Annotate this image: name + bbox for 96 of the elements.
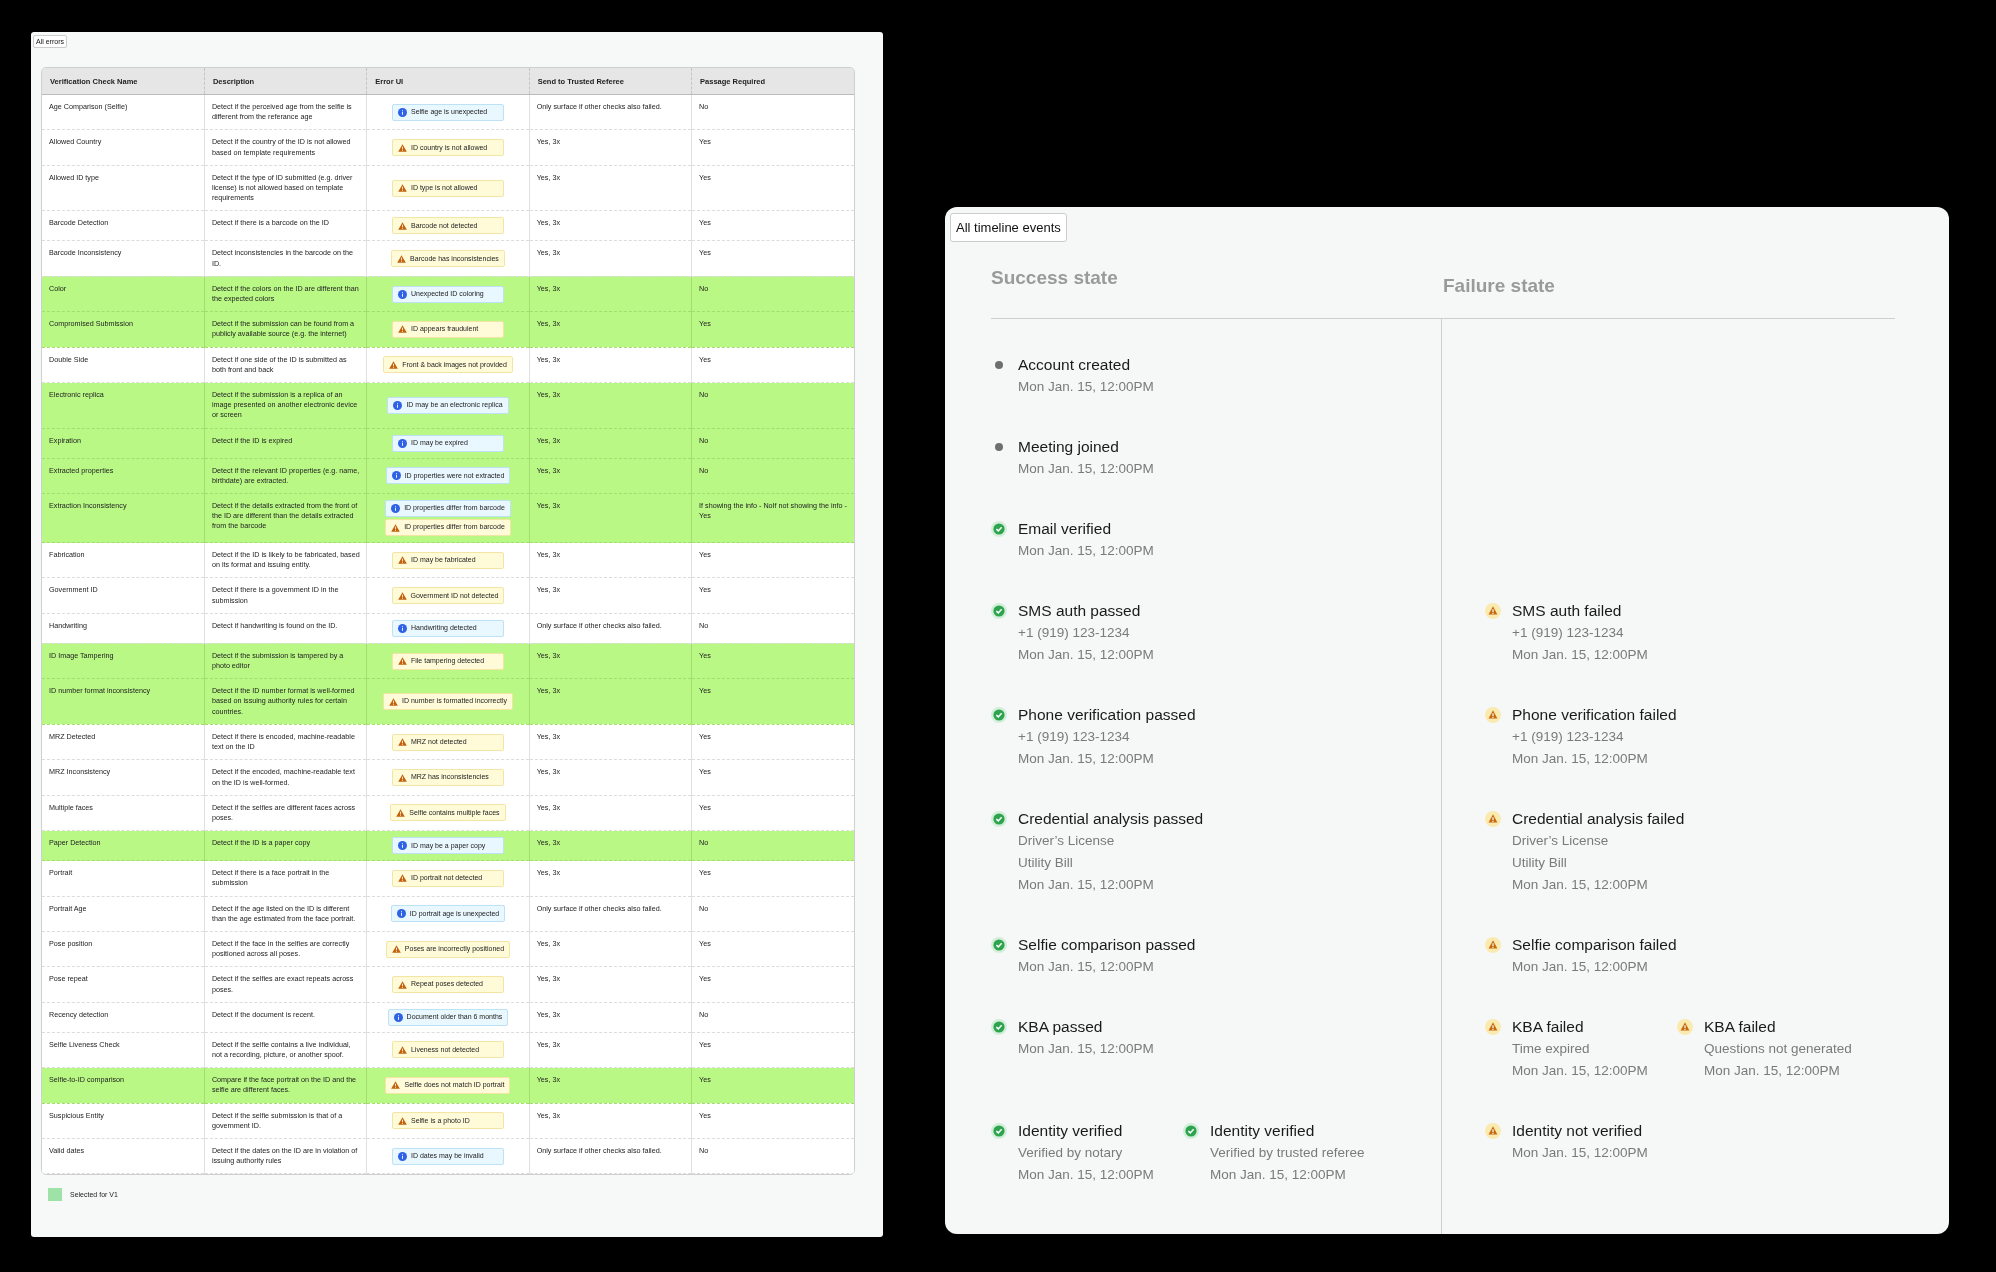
- event-title: Phone verification passed: [1018, 705, 1196, 725]
- event-detail: Mon Jan. 15, 12:00PM: [1018, 460, 1154, 478]
- warning-icon: [1485, 1019, 1501, 1035]
- check-circle-icon: [991, 603, 1007, 619]
- warning-icon: [397, 254, 407, 263]
- info-icon: [391, 471, 401, 481]
- warning-icon: [397, 591, 407, 600]
- check-circle-icon: [1183, 1123, 1199, 1139]
- warning-icon: [397, 874, 407, 883]
- warning-icon: [397, 657, 407, 666]
- info-icon: [397, 438, 407, 448]
- warning-icon: [391, 523, 401, 532]
- event-title: KBA passed: [1018, 1017, 1104, 1037]
- event-detail: Mon Jan. 15, 12:00PM: [1018, 378, 1154, 396]
- warning-icon: [1485, 707, 1501, 723]
- warning-icon: [397, 325, 407, 334]
- event-detail: Verified by notary: [1018, 1144, 1124, 1162]
- warning-icon: [397, 143, 407, 152]
- warning-icon: [1485, 1123, 1501, 1139]
- event-title: Identity not verified: [1512, 1121, 1644, 1141]
- info-icon: [393, 400, 403, 410]
- event-title: Identity verified: [1210, 1121, 1316, 1141]
- warning-icon: [396, 808, 406, 817]
- warning-icon: [1485, 811, 1501, 827]
- event-title: Meeting joined: [1018, 437, 1120, 457]
- event-detail: Mon Jan. 15, 12:00PM: [1704, 1062, 1841, 1080]
- event-detail: Verified by trusted referee: [1210, 1144, 1365, 1162]
- check-circle-icon: [991, 811, 1007, 827]
- info-icon: [397, 289, 407, 299]
- event-detail: Mon Jan. 15, 12:00PM: [1512, 958, 1649, 976]
- event-detail: Mon Jan. 15, 12:00PM: [1512, 1144, 1648, 1162]
- warning-icon: [391, 945, 401, 954]
- frame-label: All timeline events: [950, 213, 1067, 242]
- warning-icon: [1677, 1019, 1693, 1035]
- event-detail: +1 (919) 123-1234: [1018, 624, 1131, 642]
- event-title: Credential analysis failed: [1512, 809, 1685, 829]
- event-detail: Mon Jan. 15, 12:00PM: [1512, 646, 1648, 664]
- event-detail: Driver’s License: [1512, 832, 1610, 850]
- event-title: SMS auth passed: [1018, 601, 1142, 621]
- check-circle-icon: [991, 1019, 1007, 1035]
- warning-icon: [389, 360, 399, 369]
- info-icon: [393, 1012, 403, 1022]
- event-detail: Mon Jan. 15, 12:00PM: [1018, 1040, 1154, 1058]
- warning-icon: [397, 773, 407, 782]
- info-icon: [391, 504, 401, 514]
- event-detail: Mon Jan. 15, 12:00PM: [1018, 876, 1155, 894]
- check-circle-icon: [991, 707, 1007, 723]
- event-detail: Questions not generated: [1704, 1040, 1852, 1058]
- warning-icon: [397, 1045, 407, 1054]
- event-title: Selfie comparison failed: [1512, 935, 1677, 955]
- warning-icon: [397, 556, 407, 565]
- event-title: Identity verified: [1018, 1121, 1124, 1141]
- info-icon: [397, 623, 407, 633]
- event-detail: +1 (919) 123-1234: [1512, 728, 1625, 746]
- event-detail: Mon Jan. 15, 12:00PM: [1512, 1062, 1648, 1080]
- warning-icon: [1485, 603, 1501, 619]
- warning-icon: [397, 980, 407, 989]
- event-detail: Mon Jan. 15, 12:00PM: [1210, 1166, 1347, 1184]
- event-detail: Mon Jan. 15, 12:00PM: [1018, 958, 1155, 976]
- info-icon: [397, 841, 407, 851]
- warning-icon: [388, 697, 398, 706]
- column-heading: Success state: [991, 267, 1119, 289]
- check-circle-icon: [991, 521, 1007, 537]
- warning-icon: [1485, 937, 1501, 953]
- event-detail: Driver’s License: [1018, 832, 1116, 850]
- legend-swatch: [48, 1188, 62, 1202]
- event-detail: +1 (919) 123-1234: [1018, 728, 1131, 746]
- event-detail: Mon Jan. 15, 12:00PM: [1018, 750, 1155, 768]
- event-detail: Mon Jan. 15, 12:00PM: [1018, 1166, 1154, 1184]
- event-title: Phone verification failed: [1512, 705, 1677, 725]
- warning-icon: [397, 738, 407, 747]
- warning-icon: [391, 1081, 401, 1090]
- event-title: Credential analysis passed: [1018, 809, 1204, 829]
- event-title: Email verified: [1018, 519, 1113, 539]
- event-detail: Mon Jan. 15, 12:00PM: [1512, 876, 1649, 894]
- event-detail: Mon Jan. 15, 12:00PM: [1018, 542, 1154, 560]
- check-circle-icon: [991, 937, 1007, 953]
- warning-icon: [397, 184, 407, 193]
- event-detail: Time expired: [1512, 1040, 1591, 1058]
- event-detail: Mon Jan. 15, 12:00PM: [1018, 646, 1154, 664]
- event-title: KBA failed: [1512, 1017, 1585, 1037]
- column-heading: Failure state: [1443, 275, 1556, 297]
- warning-icon: [397, 1116, 407, 1125]
- check-circle-icon: [991, 1123, 1007, 1139]
- info-icon: [397, 107, 407, 117]
- info-icon: [397, 1151, 407, 1161]
- event-title: Selfie comparison passed: [1018, 935, 1196, 955]
- event-title: Account created: [1018, 355, 1131, 375]
- event-detail: Mon Jan. 15, 12:00PM: [1512, 750, 1649, 768]
- warning-icon: [397, 221, 407, 230]
- event-title: SMS auth failed: [1512, 601, 1623, 621]
- event-title: KBA failed: [1704, 1017, 1777, 1037]
- info-icon: [396, 909, 406, 919]
- event-detail: Utility Bill: [1018, 854, 1074, 872]
- event-detail: +1 (919) 123-1234: [1512, 624, 1625, 642]
- event-detail: Utility Bill: [1512, 854, 1568, 872]
